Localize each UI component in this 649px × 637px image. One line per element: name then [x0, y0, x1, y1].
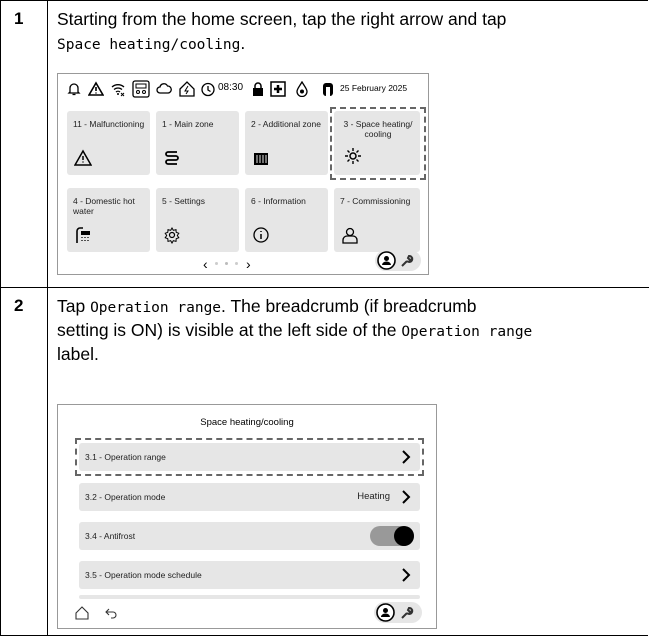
menu-title: Space heating/cooling [200, 417, 294, 428]
radiator-icon [254, 153, 268, 165]
menu-row-operation-mode[interactable]: 3.2 - Operation mode Heating [79, 483, 420, 511]
step-2-number: 2 [14, 296, 24, 315]
row-value: Heating [357, 491, 390, 502]
first-aid-icon [270, 81, 286, 97]
tile-malfunctioning[interactable]: 11 - Malfunctioning [67, 111, 150, 175]
warning-icon [88, 81, 104, 96]
wrench-icon [401, 607, 414, 619]
back-icon[interactable] [104, 607, 118, 619]
pager-left-arrow[interactable]: ‹ [203, 256, 208, 272]
user-circle-icon [377, 251, 396, 270]
tile-additional-zone[interactable]: 2 - Additional zone [245, 111, 328, 175]
tile-label: 6 - Information [251, 196, 306, 206]
tile-label: 1 - Main zone [162, 119, 214, 129]
chevron-right-icon [402, 490, 411, 504]
tile-label: 2 - Additional zone [251, 119, 321, 129]
status-date: 25 February 2025 [340, 83, 408, 93]
pager-right-arrow[interactable]: › [246, 256, 251, 272]
row-label: 3.2 - Operation mode [85, 492, 166, 502]
highlight-space-heating-tile [330, 107, 426, 180]
tile-label: 7 - Commissioning [340, 196, 411, 206]
user-circle-icon [376, 603, 395, 622]
lock-icon [253, 82, 263, 96]
menu-row-antifrost[interactable]: 3.4 - Antifrost [79, 522, 420, 550]
highlight-operation-range-row [75, 438, 424, 476]
user-mode-toggle[interactable] [375, 250, 421, 271]
chevron-right-icon [402, 568, 411, 582]
tile-settings[interactable]: 5 - Settings [156, 188, 239, 252]
step-1-code: Space heating/cooling [57, 37, 241, 53]
power-clock-icon [201, 82, 215, 97]
row-label: 3.5 - Operation mode schedule [85, 570, 202, 580]
warning-icon [74, 149, 92, 166]
device-icon [132, 80, 150, 98]
antifrost-toggle[interactable] [370, 526, 414, 546]
home-icon[interactable] [75, 606, 89, 620]
user-icon [342, 227, 358, 244]
step-1-number: 1 [14, 9, 24, 28]
tile-label: 5 - Settings [162, 196, 205, 206]
row-label: 3.4 - Antifrost [85, 531, 136, 541]
info-icon [253, 227, 269, 243]
home-screen: 08:30 25 February 2025 11 - Malfunctioni… [57, 73, 429, 275]
pager-dot [225, 262, 228, 265]
step-2-text-line1: Tap Operation range. The breadcrumb (if … [57, 296, 477, 316]
menu-screen: Space heating/cooling 3.1 - Operation ra… [57, 404, 437, 629]
tile-label: 4 - Domestic hot water [73, 196, 135, 216]
wrench-icon [401, 255, 414, 267]
scroll-peek-row [79, 595, 420, 599]
shower-icon [76, 227, 90, 243]
tank-icon [323, 83, 333, 96]
pager-dot [235, 262, 238, 265]
cloud-icon [156, 83, 172, 94]
bell-icon [67, 83, 81, 96]
menu-row-operation-mode-schedule[interactable]: 3.5 - Operation mode schedule [79, 561, 420, 589]
status-time: 08:30 [218, 82, 244, 93]
tile-domestic-hot-water[interactable]: 4 - Domestic hot water [67, 188, 150, 252]
step-1-text-line2: Space heating/cooling. [57, 33, 246, 53]
wifi-icon [111, 84, 125, 97]
tile-commissioning[interactable]: 7 - Commissioning [334, 188, 420, 252]
step-2-text-line2: setting is ON) is visible at the left si… [57, 320, 533, 340]
step-2-text-line3: label. [57, 344, 99, 364]
tile-information[interactable]: 6 - Information [245, 188, 328, 252]
pager-dot [215, 262, 218, 265]
home-energy-icon [179, 81, 195, 97]
zone-icon [165, 151, 179, 165]
tile-label: 11 - Malfunctioning [73, 119, 145, 129]
gear-icon [164, 226, 180, 244]
water-drop-icon [296, 81, 308, 97]
toggle-knob [394, 526, 414, 546]
step-1-text: Starting from the home screen, tap the r… [57, 9, 507, 29]
tile-main-zone[interactable]: 1 - Main zone [156, 111, 239, 175]
user-mode-toggle[interactable] [374, 602, 422, 623]
table-row-divider [0, 287, 649, 288]
table-column-divider [47, 0, 48, 636]
